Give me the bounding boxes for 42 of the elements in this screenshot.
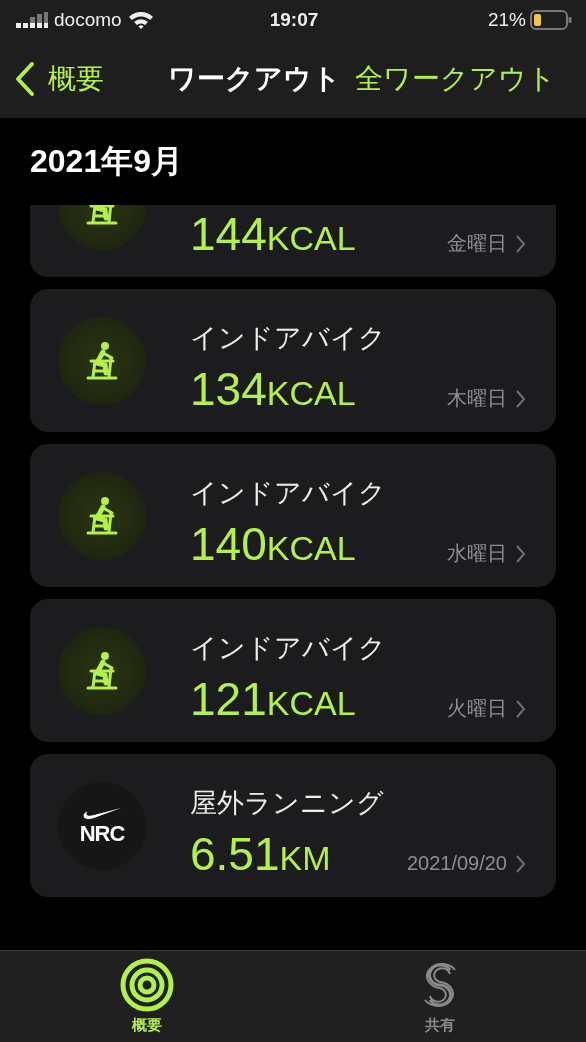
clock-time: 19:07 <box>269 9 319 30</box>
workout-card[interactable]: インドアバイク 134KCAL 木曜日 <box>30 289 556 432</box>
chevron-left-icon <box>14 61 36 97</box>
signal-icon <box>16 12 48 28</box>
workout-date: 2021/09/20 <box>406 852 507 875</box>
bike-icon <box>85 340 119 381</box>
chevron-right-icon <box>515 853 526 874</box>
chevron-right-icon <box>515 388 526 409</box>
workout-name: インドアバイク <box>190 631 387 665</box>
bike-icon <box>85 650 119 691</box>
carrier-name: docomo <box>54 9 122 31</box>
workout-date: 水曜日 <box>447 541 507 566</box>
chevron-right-icon <box>515 698 526 719</box>
rings-icon <box>119 958 174 1012</box>
workout-value: 121KCAL <box>190 672 356 726</box>
workout-name: インドアバイク <box>190 321 387 355</box>
workout-card[interactable]: 144KCAL 金曜日 <box>30 205 556 277</box>
chevron-right-icon <box>515 233 526 254</box>
battery-icon <box>530 10 572 30</box>
workout-date: 火曜日 <box>447 696 507 721</box>
workout-card[interactable]: NRC 屋外ランニング 6.51KM 2021/09/20 <box>30 754 556 897</box>
chevron-right-icon <box>515 543 526 564</box>
workout-name: インドアバイク <box>190 476 387 510</box>
nrc-logo: NRC <box>79 804 125 847</box>
workout-value: 140KCAL <box>190 517 356 571</box>
tab-item[interactable]: 共有 <box>293 951 586 1042</box>
screen-title: ワークアウト <box>167 62 342 96</box>
month-heading: 2021年9月 <box>30 141 183 181</box>
tab-item[interactable]: 概要 <box>0 951 293 1042</box>
wifi-icon <box>127 11 154 29</box>
workout-date: 金曜日 <box>447 231 507 256</box>
workout-value: 134KCAL <box>190 362 356 416</box>
workout-name: 屋外ランニング <box>190 786 385 820</box>
workout-card[interactable]: インドアバイク 121KCAL 火曜日 <box>30 599 556 742</box>
workout-value: 6.51KM <box>190 827 331 881</box>
battery-percent: 21% <box>487 9 526 31</box>
workout-date: 木曜日 <box>447 386 507 411</box>
all-workouts-button[interactable]: 全ワークアウト <box>355 60 556 98</box>
workout-value: 144KCAL <box>190 207 356 261</box>
back-button[interactable]: 概要 <box>14 60 104 98</box>
workout-card[interactable]: インドアバイク 140KCAL 水曜日 <box>30 444 556 587</box>
bike-icon <box>85 495 119 536</box>
